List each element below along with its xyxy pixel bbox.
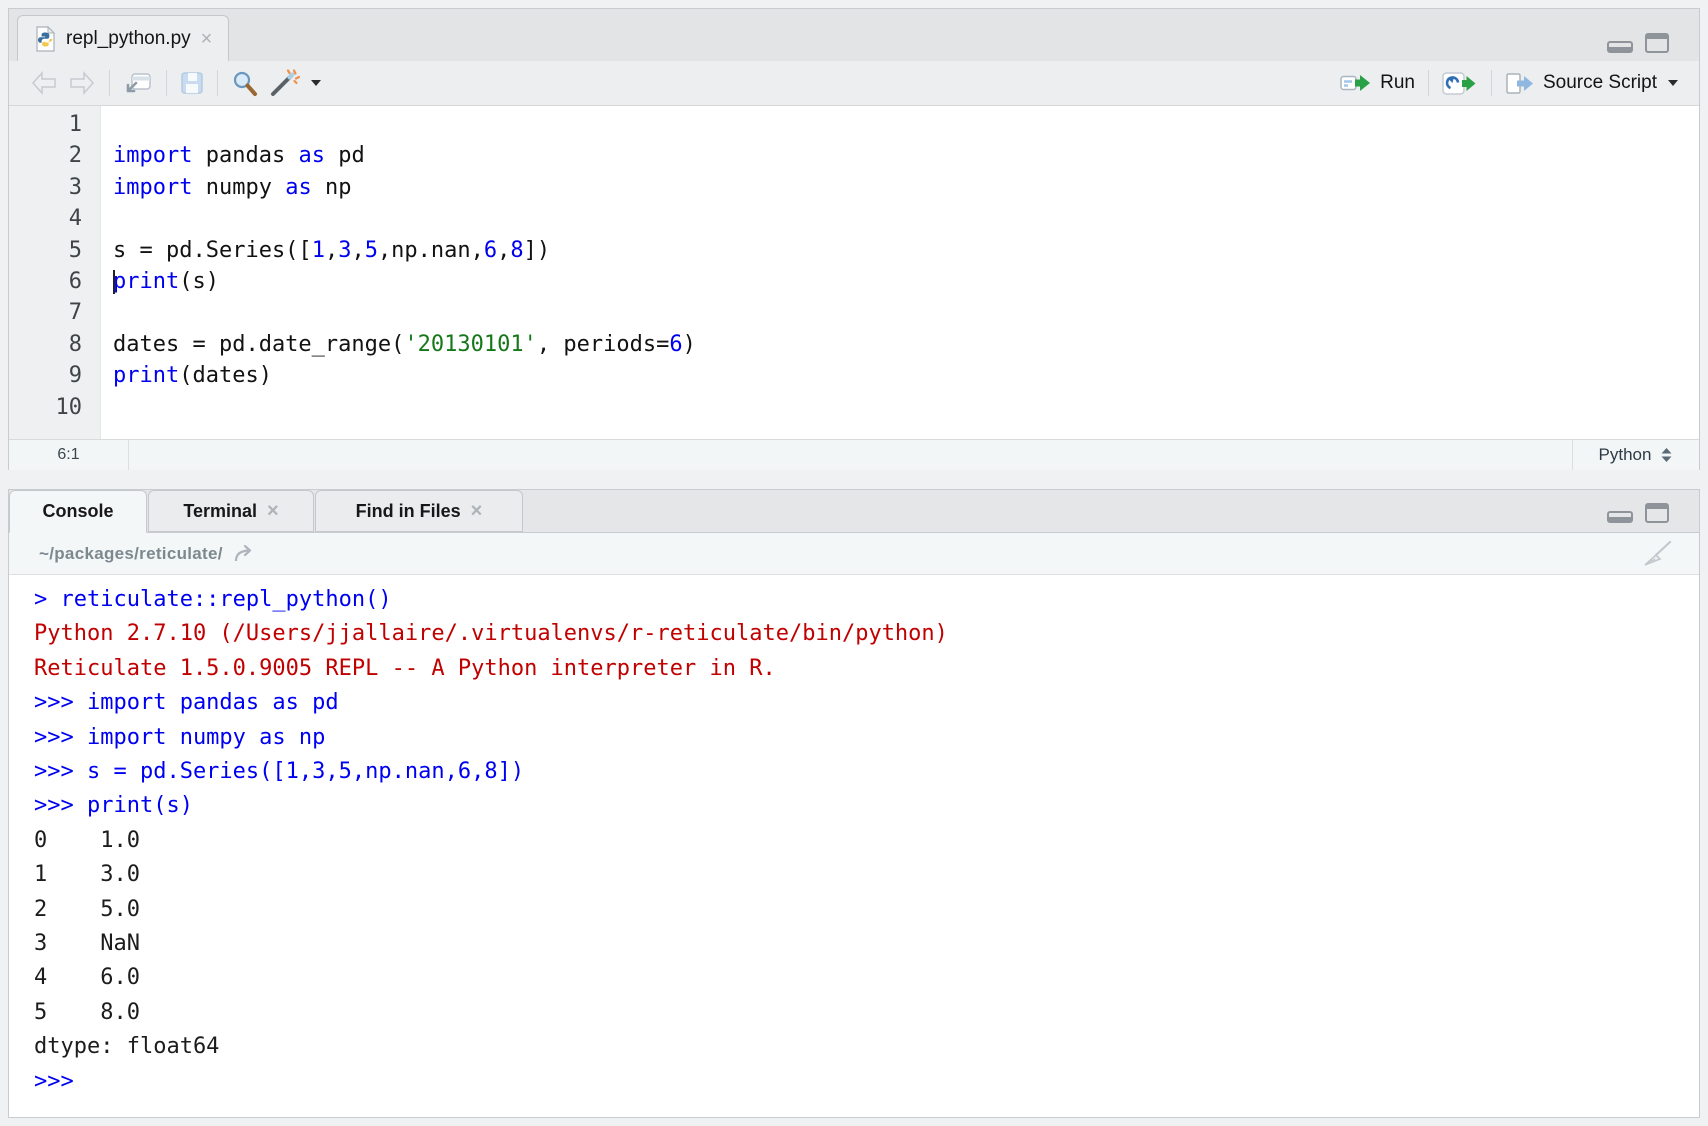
code-line[interactable]: import pandas as pd xyxy=(113,140,1699,171)
minimize-icon[interactable] xyxy=(1607,41,1633,53)
source-script-button[interactable]: Source Script xyxy=(1500,70,1683,97)
tab-title: repl_python.py xyxy=(66,28,191,50)
code-line[interactable]: s = pd.Series([1,3,5,np.nan,6,8]) xyxy=(113,235,1699,266)
console-line: Python 2.7.10 (/Users/jjallaire/.virtual… xyxy=(34,617,1699,651)
save-icon xyxy=(180,71,204,95)
back-arrow-icon xyxy=(30,70,58,96)
console-line: 4 6.0 xyxy=(34,961,1699,995)
cursor-position[interactable]: 6:1 xyxy=(9,440,129,470)
console-tab-strip: Console Terminal × Find in Files × xyxy=(9,490,1699,533)
console-line: >>> import numpy as np xyxy=(34,721,1699,755)
editor-tab-strip: repl_python.py × xyxy=(9,9,1699,61)
console-output[interactable]: > reticulate::repl_python()Python 2.7.10… xyxy=(9,575,1699,1117)
tab-terminal[interactable]: Terminal × xyxy=(148,490,314,532)
console-line: >>> s = pd.Series([1,3,5,np.nan,6,8]) xyxy=(34,755,1699,789)
editor-code[interactable]: import pandas as pdimport numpy as np s =… xyxy=(101,106,1699,439)
tab-find-in-files[interactable]: Find in Files × xyxy=(315,490,523,532)
line-number: 3 xyxy=(9,172,82,203)
tab-label: Find in Files xyxy=(356,501,461,522)
updown-caret-icon xyxy=(1660,447,1673,463)
close-icon[interactable]: × xyxy=(471,501,483,521)
line-number: 10 xyxy=(9,392,82,423)
rerun-icon xyxy=(1442,72,1478,95)
close-icon[interactable]: × xyxy=(267,501,279,521)
source-script-icon xyxy=(1505,72,1536,95)
code-line[interactable]: print(s) xyxy=(113,266,1699,297)
console-line: Reticulate 1.5.0.9005 REPL -- A Python i… xyxy=(34,652,1699,686)
show-in-new-window-icon xyxy=(123,70,153,96)
console-line: 1 3.0 xyxy=(34,858,1699,892)
code-tools-button[interactable] xyxy=(263,67,326,99)
console-line: dtype: float64 xyxy=(34,1030,1699,1064)
console-line: >>> print(s) xyxy=(34,789,1699,823)
code-line[interactable]: import numpy as np xyxy=(113,172,1699,203)
maximize-icon[interactable] xyxy=(1645,503,1669,523)
editor-status-bar: 6:1 Python xyxy=(9,439,1699,470)
tab-repl-python[interactable]: repl_python.py × xyxy=(17,15,229,61)
working-directory-row: ~/packages/reticulate/ xyxy=(9,533,1699,575)
line-number: 1 xyxy=(9,109,82,140)
search-icon xyxy=(231,70,258,97)
goto-directory-icon[interactable] xyxy=(233,544,259,564)
console-line: > reticulate::repl_python() xyxy=(34,583,1699,617)
console-pane: Console Terminal × Find in Files × xyxy=(8,489,1700,1118)
line-number: 9 xyxy=(9,360,82,391)
python-file-icon xyxy=(34,26,56,52)
line-number: 4 xyxy=(9,203,82,234)
line-number: 2 xyxy=(9,140,82,171)
source-script-label: Source Script xyxy=(1543,72,1657,94)
back-button[interactable] xyxy=(25,68,63,98)
line-number: 8 xyxy=(9,329,82,360)
dropdown-caret-icon xyxy=(311,80,321,86)
code-line[interactable] xyxy=(113,109,1699,140)
run-icon xyxy=(1340,73,1373,93)
run-label: Run xyxy=(1380,72,1415,94)
tab-console[interactable]: Console xyxy=(9,490,147,533)
code-line[interactable]: print(dates) xyxy=(113,360,1699,391)
console-line: 0 1.0 xyxy=(34,824,1699,858)
editor-toolbar: Run Source Script xyxy=(9,61,1699,106)
maximize-icon[interactable] xyxy=(1645,33,1669,53)
magic-wand-icon xyxy=(268,69,300,97)
popout-button[interactable] xyxy=(118,68,158,98)
line-number: 5 xyxy=(9,235,82,266)
console-line: >>> import pandas as pd xyxy=(34,686,1699,720)
dropdown-caret-icon xyxy=(1668,80,1678,86)
language-label: Python xyxy=(1599,445,1652,465)
minimize-icon[interactable] xyxy=(1607,511,1633,523)
forward-arrow-icon xyxy=(68,70,96,96)
code-line[interactable] xyxy=(113,203,1699,234)
forward-button[interactable] xyxy=(63,68,101,98)
run-button[interactable]: Run xyxy=(1335,70,1420,96)
clear-console-broom-icon[interactable] xyxy=(1639,539,1673,569)
console-line: 2 5.0 xyxy=(34,893,1699,927)
editor-gutter: 12345678910 xyxy=(9,106,101,439)
console-line: 3 NaN xyxy=(34,927,1699,961)
console-line: >>> xyxy=(34,1065,1699,1099)
console-line: 5 8.0 xyxy=(34,996,1699,1030)
editor-body: 12345678910 import pandas as pdimport nu… xyxy=(9,106,1699,439)
find-button[interactable] xyxy=(226,68,263,99)
code-line[interactable] xyxy=(113,392,1699,423)
line-number: 7 xyxy=(9,297,82,328)
code-line[interactable]: dates = pd.date_range('20130101', period… xyxy=(113,329,1699,360)
close-icon[interactable]: × xyxy=(201,29,213,49)
tab-label: Terminal xyxy=(183,501,257,522)
language-selector[interactable]: Python xyxy=(1572,440,1699,470)
source-editor-pane: repl_python.py × xyxy=(8,8,1700,470)
rerun-button[interactable] xyxy=(1437,70,1483,97)
rstudio-window: repl_python.py × xyxy=(0,0,1708,1126)
code-line[interactable] xyxy=(113,297,1699,328)
tab-label: Console xyxy=(42,501,113,522)
line-number: 6 xyxy=(9,266,82,297)
working-directory: ~/packages/reticulate/ xyxy=(39,544,223,564)
save-button[interactable] xyxy=(175,69,209,97)
